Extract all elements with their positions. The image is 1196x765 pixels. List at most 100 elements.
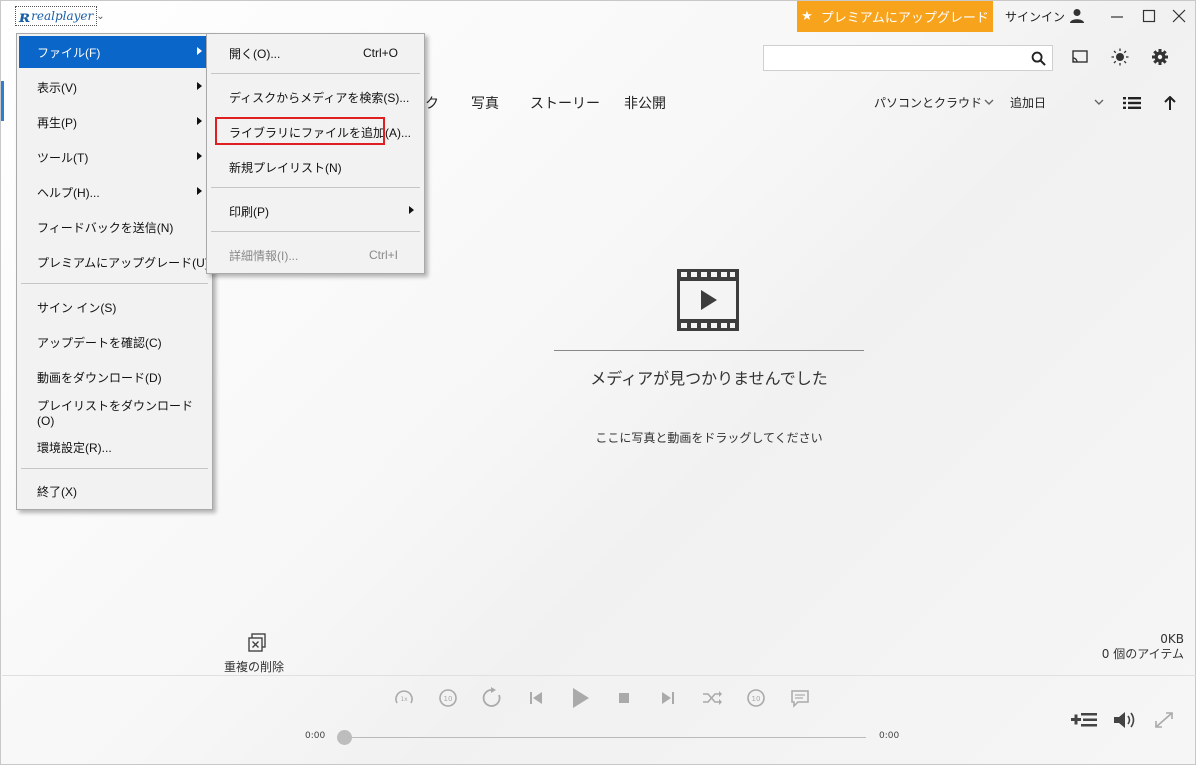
menu-item-properties[interactable]: 詳細情報(I)... Ctrl+I [209, 239, 422, 271]
menu-item-playback[interactable]: 再生(P) [19, 106, 210, 138]
realplayer-logo-menu[interactable]: ʀ realplayer ⌄ [15, 6, 105, 26]
empty-state-title: メディアが見つかりませんでした [590, 369, 828, 388]
empty-state-subtitle: ここに写真と動画をドラッグしてください [595, 431, 823, 445]
chevron-down-icon: ⌄ [96, 10, 105, 22]
shuffle-icon[interactable] [701, 687, 723, 709]
tab-story[interactable]: ストーリー [530, 93, 600, 113]
file-submenu: 開く(O)... Ctrl+O ディスクからメディアを検索(S)... ライブラリ… [206, 33, 425, 274]
menu-item-feedback[interactable]: フィードバックを送信(N) [19, 211, 210, 243]
menu-item-label: 環境設定(R)... [37, 440, 112, 455]
previous-icon[interactable] [525, 687, 547, 709]
menu-separator [21, 283, 208, 284]
menu-item-label: 動画をダウンロード(D) [37, 370, 162, 385]
submenu-arrow-icon [197, 82, 202, 90]
menu-item-file[interactable]: ファイル(F) [19, 36, 210, 68]
menu-item-help[interactable]: ヘルプ(H)... [19, 176, 210, 208]
seek-handle[interactable] [337, 730, 352, 745]
list-view-icon[interactable] [1123, 96, 1141, 110]
next-icon[interactable] [657, 687, 679, 709]
chevron-down-icon[interactable] [983, 96, 995, 108]
search-icon[interactable] [1031, 51, 1046, 66]
brightness-icon[interactable] [1111, 48, 1129, 66]
menu-item-label: 開く(O)... [229, 46, 281, 61]
volume-icon[interactable] [1112, 710, 1138, 730]
shortcut-label: Ctrl+I [368, 248, 398, 262]
player-divider [2, 675, 1196, 676]
menu-item-new-playlist[interactable]: 新規プレイリスト(N) [209, 151, 422, 183]
menu-item-open[interactable]: 開く(O)... Ctrl+O [209, 37, 422, 69]
menu-item-label: 表示(V) [37, 80, 77, 95]
close-icon[interactable] [1171, 8, 1187, 24]
main-menu: ファイル(F) 表示(V) 再生(P) ツール(T) ヘルプ(H)... フィー… [16, 33, 213, 510]
menu-item-label: アップデートを確認(C) [37, 335, 162, 350]
maximize-icon[interactable] [1141, 8, 1157, 24]
minimize-icon[interactable] [1109, 8, 1125, 24]
menu-item-print[interactable]: 印刷(P) [209, 195, 422, 227]
film-icon [677, 269, 739, 331]
menu-item-label: サイン イン(S) [37, 300, 117, 315]
menu-separator [211, 187, 420, 188]
forward-10-icon[interactable]: 10 [745, 687, 767, 709]
playlist-add-icon[interactable] [1071, 710, 1099, 730]
rewind-10-icon[interactable]: 10 [437, 687, 459, 709]
menu-item-signin[interactable]: サイン イン(S) [19, 291, 210, 323]
search-input[interactable] [764, 46, 1014, 70]
gear-icon[interactable] [1151, 48, 1169, 66]
chevron-down-icon[interactable] [1093, 96, 1105, 108]
remove-duplicates-icon[interactable] [247, 633, 267, 653]
logo-mark: ʀ [19, 6, 31, 26]
menu-item-label: ディスクからメディアを検索(S)... [229, 90, 410, 105]
submenu-arrow-icon [197, 152, 202, 160]
premium-upgrade-button[interactable]: ★ プレミアムにアップグレード [797, 1, 993, 32]
menu-item-preferences[interactable]: 環境設定(R)... [19, 431, 210, 463]
menu-item-label: 印刷(P) [229, 204, 269, 219]
menu-item-view[interactable]: 表示(V) [19, 71, 210, 103]
total-time: 0:00 [879, 731, 900, 741]
menu-item-label: プレミアムにアップグレード(U) [37, 255, 209, 270]
menu-separator [21, 468, 208, 469]
sort-filter[interactable]: 追加日 [1010, 94, 1046, 111]
stop-icon[interactable] [613, 687, 635, 709]
menu-item-tools[interactable]: ツール(T) [19, 141, 210, 173]
sort-ascending-icon[interactable] [1163, 96, 1177, 110]
menu-separator [211, 231, 420, 232]
item-count: 0 個のアイテム [1101, 647, 1184, 661]
menu-item-label: 新規プレイリスト(N) [229, 160, 342, 175]
sidebar-active-indicator [1, 81, 4, 121]
remove-duplicates-label[interactable]: 重複の削除 [224, 658, 284, 675]
signin-link[interactable]: サインイン [1005, 8, 1065, 25]
menu-item-upgrade[interactable]: プレミアムにアップグレード(U) [19, 246, 210, 278]
repeat-icon[interactable] [481, 687, 503, 709]
tab-photo[interactable]: 写真 [471, 93, 499, 113]
menu-item-search-disk[interactable]: ディスクからメディアを検索(S)... [209, 81, 422, 113]
seek-bar[interactable] [346, 737, 866, 738]
subtitles-icon[interactable] [789, 687, 811, 709]
menu-item-label: ツール(T) [37, 150, 89, 165]
menu-item-download-playlist[interactable]: プレイリストをダウンロード(O) [19, 396, 210, 428]
menu-item-label: プレイリストをダウンロード(O) [37, 398, 194, 428]
tab-private[interactable]: 非公開 [624, 93, 666, 113]
source-filter[interactable]: パソコンとクラウド [874, 94, 982, 111]
svg-text:10: 10 [752, 695, 761, 703]
menu-item-exit[interactable]: 終了(X) [19, 475, 210, 507]
fullscreen-icon[interactable] [1153, 710, 1175, 730]
menu-item-download-video[interactable]: 動画をダウンロード(D) [19, 361, 210, 393]
menu-item-label: ヘルプ(H)... [37, 185, 100, 200]
cast-icon[interactable] [1071, 48, 1089, 66]
submenu-arrow-icon [197, 117, 202, 125]
logo-text: realplayer [31, 9, 94, 23]
premium-upgrade-label: プレミアムにアップグレード [820, 11, 989, 26]
menu-item-label: 終了(X) [37, 484, 77, 499]
submenu-arrow-icon [197, 47, 202, 55]
realplayer-window: ʀ realplayer ⌄ ★ プレミアムにアップグレード サインイン ク 写… [0, 0, 1196, 765]
tab-partial[interactable]: ク [425, 93, 439, 113]
submenu-arrow-icon [409, 206, 414, 214]
user-icon[interactable] [1069, 8, 1085, 24]
shortcut-label: Ctrl+O [362, 46, 398, 60]
highlight-annotation [215, 117, 385, 145]
menu-item-label: ファイル(F) [37, 45, 101, 60]
menu-item-check-updates[interactable]: アップデートを確認(C) [19, 326, 210, 358]
play-icon[interactable] [567, 685, 593, 711]
search-field[interactable] [763, 45, 1053, 71]
playback-speed-icon[interactable]: 1x [393, 687, 415, 709]
